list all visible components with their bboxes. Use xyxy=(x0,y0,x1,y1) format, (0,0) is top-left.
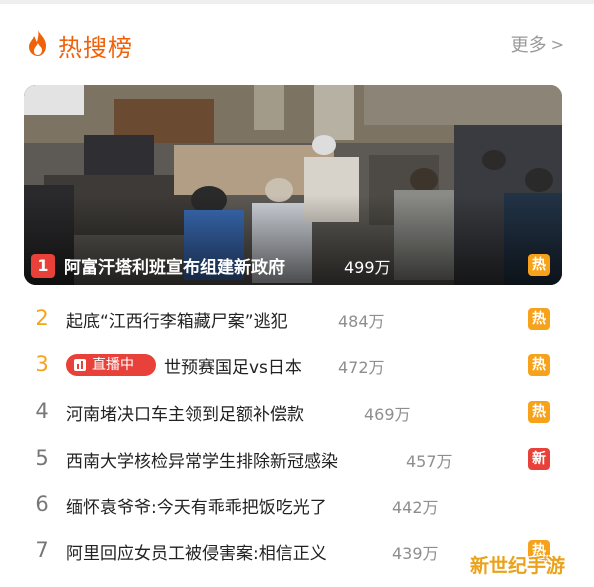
hot-badge: 热 xyxy=(528,308,550,330)
top-divider xyxy=(0,0,594,4)
live-tag: 直播中 xyxy=(66,354,156,376)
top-story-title[interactable]: 阿富汗塔利班宣布组建新政府 xyxy=(64,253,285,278)
hot-badge: 热 xyxy=(528,254,550,276)
item-title: 缅怀袁爷爷:今天有乖乖把饭吃光了 xyxy=(66,498,327,518)
rank-badge-1: 1 xyxy=(31,254,55,278)
item-title: 起底“江西行李箱藏尸案”逃犯 xyxy=(66,312,288,332)
item-count: 469万 xyxy=(364,405,411,424)
item-count: 472万 xyxy=(338,358,385,377)
hot-list-header: 热搜榜 更多 > xyxy=(0,20,594,68)
rank-number: 3 xyxy=(35,352,49,376)
top-story-count: 499万 xyxy=(344,258,391,277)
item-title: 西南大学核检异常学生排除新冠感染 xyxy=(66,452,338,472)
page-title: 热搜榜 xyxy=(58,34,133,62)
new-badge: 新 xyxy=(528,448,550,470)
list-item[interactable]: 3 直播中 世预赛国足vs日本 472万 热 xyxy=(0,342,594,388)
rank-number: 2 xyxy=(35,306,49,330)
rank-number: 4 xyxy=(35,399,49,423)
chevron-right-icon: > xyxy=(550,35,564,54)
hot-badge: 热 xyxy=(528,354,550,376)
fire-icon xyxy=(29,30,46,56)
item-count: 484万 xyxy=(338,312,385,331)
item-title: 阿里回应女员工被侵害案:相信正义 xyxy=(66,544,327,564)
list-item[interactable]: 6 缅怀袁爷爷:今天有乖乖把饭吃光了 442万 xyxy=(0,482,594,528)
item-title: 世预赛国足vs日本 xyxy=(164,358,302,378)
item-count: 442万 xyxy=(392,498,439,517)
watermark: 新世纪手游 xyxy=(470,555,566,577)
list-item[interactable]: 2 起底“江西行李箱藏尸案”逃犯 484万 热 xyxy=(0,296,594,342)
list-item[interactable]: 4 河南堵决口车主领到足额补偿款 469万 热 xyxy=(0,389,594,435)
item-count: 457万 xyxy=(406,452,453,471)
rank-number: 6 xyxy=(35,492,49,516)
item-count: 439万 xyxy=(392,544,439,563)
live-icon xyxy=(74,359,86,371)
rank-number: 7 xyxy=(35,538,49,562)
list-item[interactable]: 5 西南大学核检异常学生排除新冠感染 457万 新 xyxy=(0,436,594,482)
hot-badge: 热 xyxy=(528,401,550,423)
live-tag-label: 直播中 xyxy=(92,357,134,373)
more-label: 更多 xyxy=(510,35,547,56)
rank-number: 5 xyxy=(35,446,49,470)
item-title: 河南堵决口车主领到足额补偿款 xyxy=(66,405,304,425)
more-link[interactable]: 更多 > xyxy=(511,31,564,57)
